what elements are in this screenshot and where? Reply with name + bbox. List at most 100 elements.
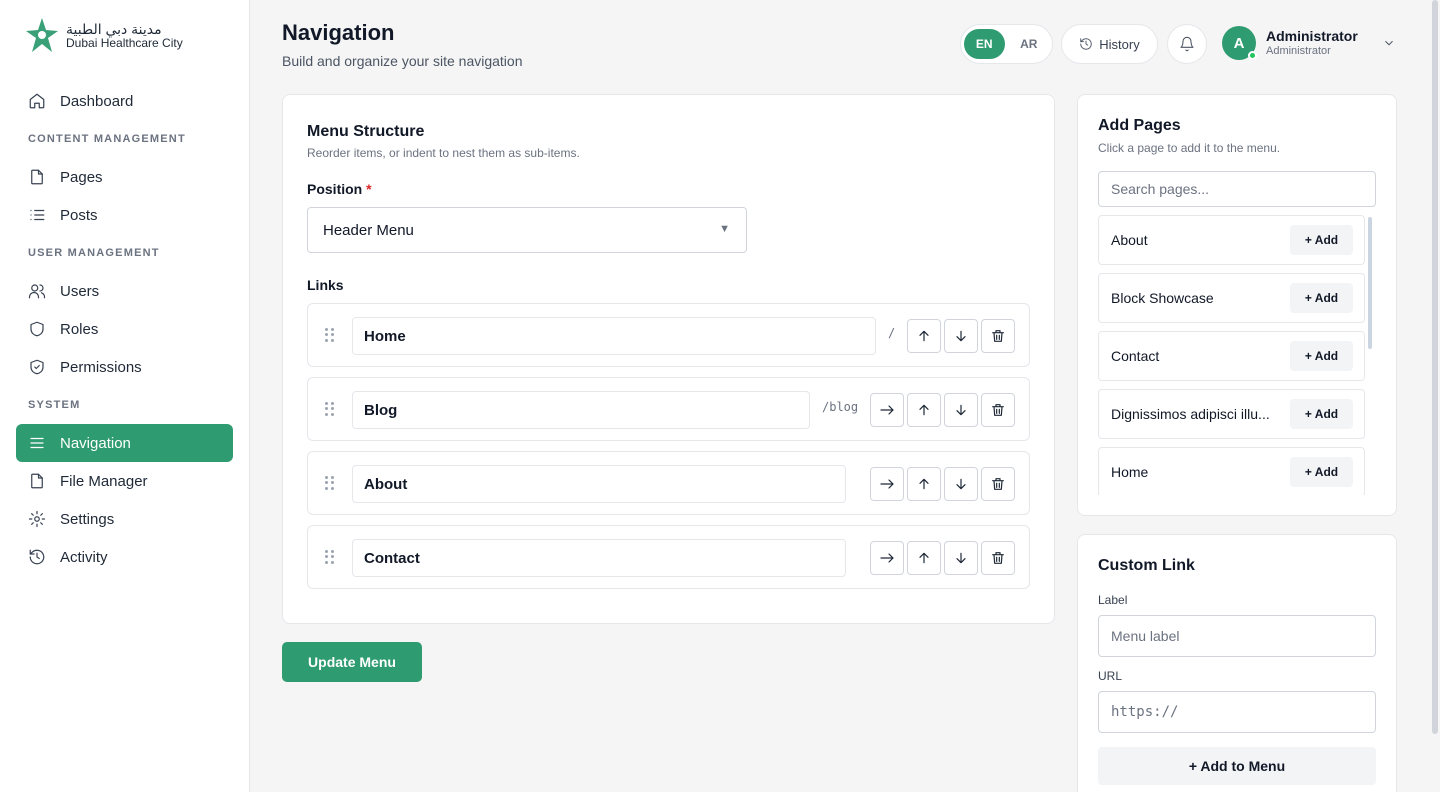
link-label-input[interactable]: About — [352, 465, 846, 503]
link-row: Contact — [307, 525, 1030, 589]
sidebar-item-label: Roles — [60, 320, 99, 338]
arrow-right-icon — [880, 553, 894, 563]
sidebar-item-pages[interactable]: Pages — [16, 158, 233, 196]
lang-en-button[interactable]: EN — [964, 29, 1005, 59]
page-list-scrollbar[interactable] — [1368, 217, 1372, 349]
user-menu[interactable]: A Administrator Administrator — [1222, 26, 1396, 60]
drag-handle-icon[interactable] — [325, 550, 335, 564]
position-select[interactable]: Header Menu ▼ — [307, 207, 747, 253]
trash-icon — [992, 552, 1004, 564]
page-title: Navigation — [282, 20, 395, 45]
sidebar-item-permissions[interactable]: Permissions — [16, 348, 233, 386]
add-page-button[interactable]: + Add — [1290, 225, 1353, 255]
move-down-button[interactable] — [944, 541, 978, 575]
add-pages-card: Add Pages Click a page to add it to the … — [1077, 94, 1397, 516]
add-page-button[interactable]: + Add — [1290, 399, 1353, 429]
page-subtitle: Build and organize your site navigation — [282, 53, 523, 69]
link-label-input[interactable]: Home — [352, 317, 876, 355]
custom-link-card: Custom Link Label Menu label URL https:/… — [1077, 534, 1397, 792]
section-user-management: USER MANAGEMENT — [28, 247, 160, 259]
brand-name-english: Dubai Healthcare City — [66, 36, 183, 51]
add-page-button[interactable]: + Add — [1290, 283, 1353, 313]
avatar-initial: A — [1233, 34, 1245, 52]
drag-handle-icon[interactable] — [325, 402, 335, 416]
page-name: Dignissimos adipisci illu... — [1111, 406, 1270, 422]
indent-button[interactable] — [870, 393, 904, 427]
list-item: Dignissimos adipisci illu... + Add — [1098, 389, 1365, 439]
sidebar-item-settings[interactable]: Settings — [16, 500, 233, 538]
sidebar-item-label: File Manager — [60, 472, 148, 490]
star-logo-icon — [26, 18, 58, 52]
add-to-menu-button[interactable]: + Add to Menu — [1098, 747, 1376, 785]
sidebar-item-file-manager[interactable]: File Manager — [16, 462, 233, 500]
trash-icon — [992, 404, 1004, 416]
notifications-button[interactable] — [1167, 24, 1207, 64]
sidebar-item-navigation[interactable]: Navigation — [16, 424, 233, 462]
delete-link-button[interactable] — [981, 467, 1015, 501]
file-icon — [31, 473, 43, 489]
move-up-button[interactable] — [907, 393, 941, 427]
sidebar-item-dashboard[interactable]: Dashboard — [16, 82, 233, 120]
url-input[interactable]: https:// — [1098, 691, 1376, 733]
history-icon — [29, 549, 45, 565]
page-name: Contact — [1111, 348, 1160, 364]
arrow-down-icon — [956, 404, 966, 416]
position-label: Position * — [307, 181, 372, 197]
drag-handle-icon[interactable] — [325, 328, 335, 342]
language-toggle: EN AR — [960, 24, 1053, 64]
position-label-text: Position — [307, 181, 363, 197]
sidebar-item-label: Pages — [60, 168, 103, 186]
sidebar-item-label: Settings — [60, 510, 115, 528]
add-page-button[interactable]: + Add — [1290, 457, 1353, 487]
page-name: Home — [1111, 464, 1149, 480]
move-down-button[interactable] — [944, 467, 978, 501]
list-item: Block Showcase + Add — [1098, 273, 1365, 323]
list-item: Contact + Add — [1098, 331, 1365, 381]
arrow-up-icon — [919, 552, 929, 564]
page-name: About — [1111, 232, 1148, 248]
dhcc-logo[interactable]: مدينة دبي الطبية Dubai Healthcare City — [24, 16, 183, 56]
link-label-input[interactable]: Blog — [352, 391, 810, 429]
sidebar-item-activity[interactable]: Activity — [16, 538, 233, 576]
delete-link-button[interactable] — [981, 393, 1015, 427]
add-page-button[interactable]: + Add — [1290, 341, 1353, 371]
sidebar-item-roles[interactable]: Roles — [16, 310, 233, 348]
menu-label-input[interactable]: Menu label — [1098, 615, 1376, 657]
user-name: Administrator — [1266, 28, 1358, 44]
move-up-button[interactable] — [907, 319, 941, 353]
required-mark: * — [366, 181, 372, 197]
move-up-button[interactable] — [907, 467, 941, 501]
indent-button[interactable] — [870, 467, 904, 501]
update-menu-button[interactable]: Update Menu — [282, 642, 422, 682]
sidebar-item-users[interactable]: Users — [16, 272, 233, 310]
brand-name-arabic: مدينة دبي الطبية — [66, 21, 162, 38]
history-label: History — [1099, 36, 1140, 52]
arrow-down-icon — [956, 330, 966, 342]
sidebar-item-label: Permissions — [60, 358, 142, 376]
delete-link-button[interactable] — [981, 319, 1015, 353]
search-pages-input[interactable]: Search pages... — [1098, 171, 1376, 207]
move-down-button[interactable] — [944, 319, 978, 353]
caret-down-icon: ▼ — [719, 223, 730, 235]
chevron-down-icon — [1384, 40, 1393, 46]
page-scrollbar[interactable] — [1432, 0, 1438, 734]
sidebar-item-label: Posts — [60, 206, 98, 224]
delete-link-button[interactable] — [981, 541, 1015, 575]
move-up-button[interactable] — [907, 541, 941, 575]
move-down-button[interactable] — [944, 393, 978, 427]
lang-ar-button[interactable]: AR — [1009, 29, 1050, 59]
sidebar-item-posts[interactable]: Posts — [16, 196, 233, 234]
drag-handle-icon[interactable] — [325, 476, 335, 490]
indent-button[interactable] — [870, 541, 904, 575]
link-row: About — [307, 451, 1030, 515]
sidebar-item-label: Users — [60, 282, 100, 300]
menu-structure-title: Menu Structure — [307, 123, 425, 140]
arrow-up-icon — [919, 404, 929, 416]
position-select-value: Header Menu — [323, 221, 414, 239]
history-button[interactable]: History — [1061, 24, 1158, 64]
user-role: Administrator — [1266, 44, 1331, 57]
sidebar: مدينة دبي الطبية Dubai Healthcare City D… — [0, 0, 250, 792]
list-icon — [30, 209, 45, 221]
custom-link-title: Custom Link — [1098, 557, 1195, 574]
link-label-input[interactable]: Contact — [352, 539, 846, 577]
